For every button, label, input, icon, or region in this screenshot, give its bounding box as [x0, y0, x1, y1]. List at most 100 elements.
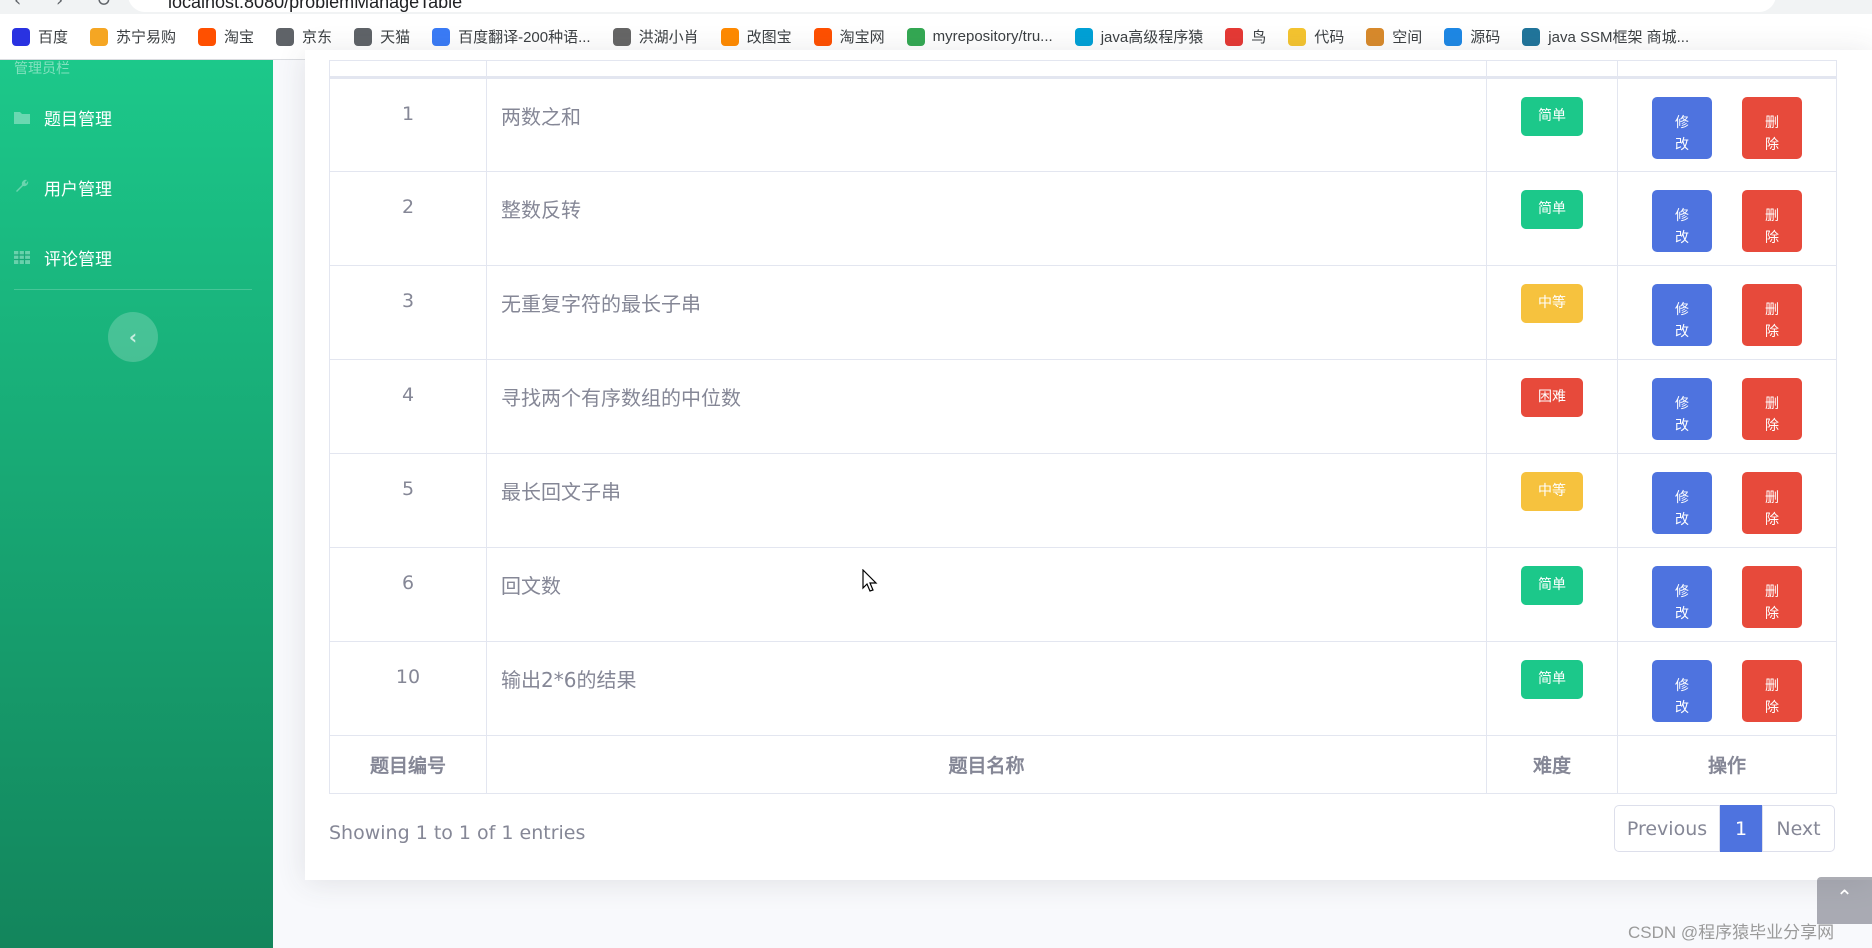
column-header-name[interactable]: 题目名称: [486, 735, 1487, 794]
bookmark-label: java高级程序猿: [1100, 29, 1204, 46]
difficulty-badge: 中等: [1521, 284, 1583, 323]
bookmark-item[interactable]: 空间: [1366, 26, 1422, 47]
bookmark-item[interactable]: 百度: [12, 26, 68, 47]
delete-button[interactable]: 删除: [1742, 566, 1802, 628]
reload-icon[interactable]: ↻: [96, 0, 111, 11]
problem-table-wrapper: 1 两数之和 简单修改删除 2 整数反转 简单修改删除 3 无重复字符的最长子串 中等修改删除 4…: [329, 60, 1837, 794]
taobao-icon: [813, 27, 832, 46]
table-row: 3 无重复字符的最长子串 中等修改删除: [329, 265, 1837, 360]
table-body: 1 两数之和 简单修改删除 2 整数反转 简单修改删除 3 无重复字符的最长子串 中等修改删除 4…: [329, 77, 1837, 736]
edit-button[interactable]: 修改: [1652, 472, 1712, 534]
edit-button[interactable]: 修改: [1652, 97, 1712, 159]
sidebar-divider: [14, 289, 252, 290]
space-icon: [1366, 27, 1385, 46]
table-row: 10 输出2*6的结果 简单修改删除: [329, 641, 1837, 736]
bookmark-item[interactable]: 淘宝: [198, 26, 254, 47]
problem-id: 5: [329, 453, 487, 548]
url-text[interactable]: localhost:8080/problemManageTable: [168, 0, 462, 13]
edit-button[interactable]: 修改: [1652, 566, 1712, 628]
delete-label-bottom: 除: [1765, 322, 1779, 339]
sidebar-item-comments[interactable]: 评论管理: [14, 242, 112, 272]
bookmark-item[interactable]: 改图宝: [720, 26, 792, 47]
sidebar-toggle-button[interactable]: ‹: [108, 312, 158, 362]
taobao-icon: [198, 27, 217, 46]
delete-label-bottom: 除: [1765, 698, 1779, 715]
bookmark-item[interactable]: 京东: [276, 26, 332, 47]
pagination-next[interactable]: Next: [1762, 805, 1835, 852]
bookmark-label: 天猫: [380, 29, 411, 46]
difficulty-badge: 简单: [1521, 566, 1583, 605]
bookmark-label: 淘宝网: [839, 29, 885, 46]
edit-button[interactable]: 修改: [1652, 190, 1712, 252]
suning-icon: [90, 27, 109, 46]
bookmark-label: java SSM框架 商城...: [1548, 29, 1690, 46]
delete-button[interactable]: 删除: [1742, 97, 1802, 159]
bookmark-item[interactable]: 代码: [1288, 26, 1344, 47]
problem-id: 4: [329, 359, 487, 454]
edit-label-bottom: 改: [1675, 416, 1689, 433]
back-icon[interactable]: ‹: [14, 0, 21, 11]
problem-name: 寻找两个有序数组的中位数: [486, 359, 1487, 454]
table-row: 5 最长回文子串 中等修改删除: [329, 453, 1837, 548]
delete-button[interactable]: 删除: [1742, 190, 1802, 252]
sidebar-item-users[interactable]: 用户管理: [14, 172, 112, 202]
bookmark-item[interactable]: 洪湖小肖: [612, 26, 699, 47]
forward-icon[interactable]: ›: [56, 0, 63, 11]
delete-label-top: 删: [1765, 488, 1779, 505]
table-header-row: [329, 60, 1837, 79]
table-row: 2 整数反转 简单修改删除: [329, 171, 1837, 266]
edit-label-top: 修: [1675, 582, 1689, 599]
bookmark-label: 百度: [38, 29, 69, 46]
edit-button[interactable]: 修改: [1652, 284, 1712, 346]
delete-button[interactable]: 删除: [1742, 660, 1802, 722]
scroll-to-top-button[interactable]: ⌃: [1817, 877, 1872, 924]
sidebar-heading: 管理员栏: [14, 61, 70, 77]
problem-id: 3: [329, 265, 487, 360]
pagination: Previous 1 Next: [1614, 805, 1835, 852]
delete-button[interactable]: 删除: [1742, 378, 1802, 440]
sidebar-item-label: 题目管理: [44, 109, 112, 130]
table-row: 6 回文数 简单 修改删除: [329, 547, 1837, 642]
column-header-actions: 操作: [1617, 735, 1837, 794]
problem-name: 回文数: [486, 547, 1487, 642]
sidebar-item-problems[interactable]: 题目管理: [14, 102, 112, 132]
edit-button[interactable]: 修改: [1652, 378, 1712, 440]
source-icon: [1444, 27, 1463, 46]
delete-label-bottom: 除: [1765, 135, 1779, 152]
column-header-difficulty[interactable]: 难度: [1486, 735, 1618, 794]
bookmark-item[interactable]: java高级程序猿: [1074, 26, 1204, 47]
problem-id: 6: [329, 547, 487, 642]
delete-button[interactable]: 删除: [1742, 472, 1802, 534]
bilibili-icon: [1074, 27, 1093, 46]
bookmark-label: 苏宁易购: [116, 29, 177, 46]
table-row: 4 寻找两个有序数组的中位数 困难修改删除: [329, 359, 1837, 454]
difficulty-badge: 中等: [1521, 472, 1583, 511]
bookmark-item[interactable]: 苏宁易购: [90, 26, 176, 47]
image-icon: [720, 27, 739, 46]
mouse-cursor-icon: [862, 569, 878, 592]
column-header-id[interactable]: 题目编号: [329, 735, 487, 794]
table-icon: [14, 250, 30, 264]
delete-label-top: 删: [1765, 394, 1779, 411]
table-row: 1 两数之和 简单修改删除: [329, 77, 1837, 172]
bookmark-item[interactable]: 鸟: [1225, 26, 1266, 47]
edit-button[interactable]: 修改: [1652, 660, 1712, 722]
watermark: CSDN @程序猿毕业分享网: [1628, 923, 1835, 942]
edit-label-bottom: 改: [1675, 322, 1689, 339]
bookmark-item[interactable]: 百度翻译-200种语...: [432, 26, 591, 47]
bookmark-item[interactable]: 天猫: [354, 26, 410, 47]
bookmark-item[interactable]: 淘宝网: [813, 26, 885, 47]
pagination-page-1[interactable]: 1: [1720, 805, 1762, 852]
edit-label-bottom: 改: [1675, 228, 1689, 245]
bookmark-item[interactable]: java SSM框架 商城...: [1522, 26, 1689, 47]
code-icon: [1288, 27, 1307, 46]
translate-icon: [432, 27, 451, 46]
bookmark-label: 洪湖小肖: [638, 29, 699, 46]
wrench-icon: [14, 179, 30, 194]
pagination-previous[interactable]: Previous: [1614, 805, 1720, 852]
sidebar-item-label: 用户管理: [44, 179, 112, 200]
difficulty-badge: 简单: [1521, 190, 1583, 229]
delete-button[interactable]: 删除: [1742, 284, 1802, 346]
bookmark-item[interactable]: 源码: [1444, 26, 1500, 47]
bookmark-item[interactable]: myrepository/tru...: [906, 27, 1053, 46]
